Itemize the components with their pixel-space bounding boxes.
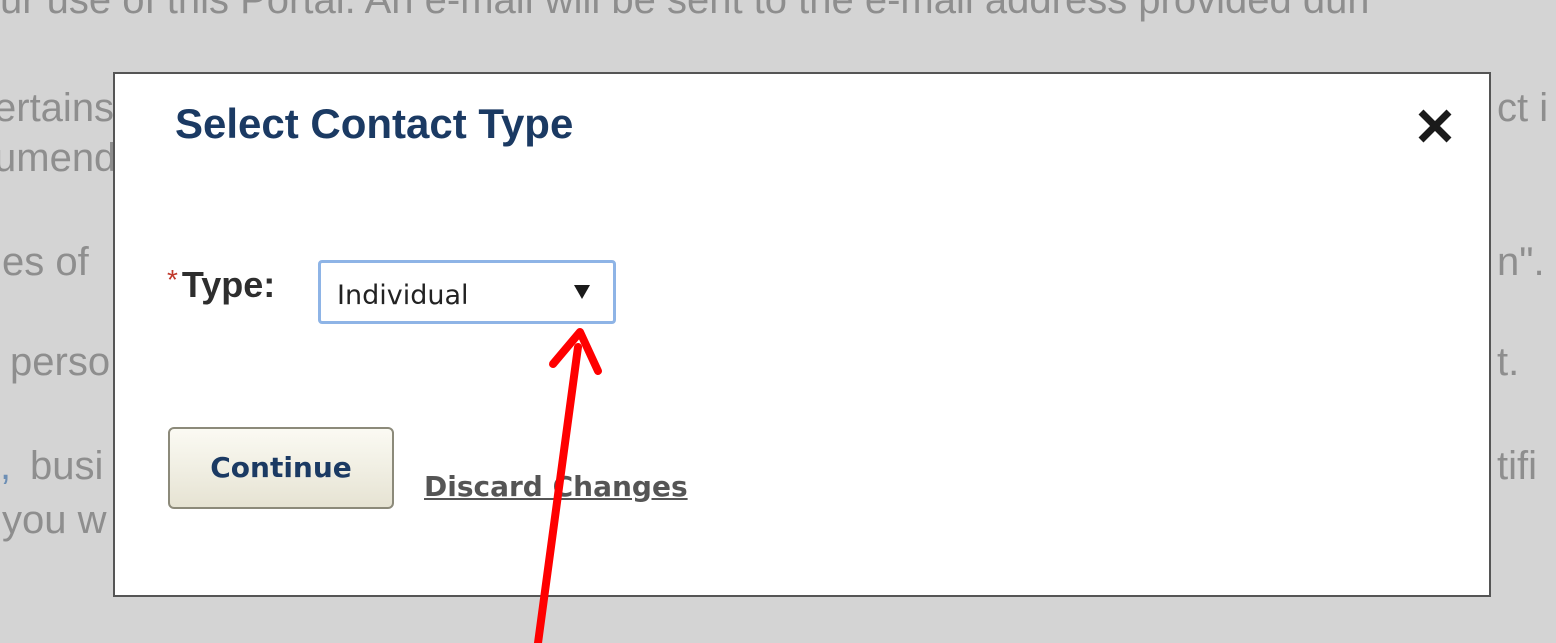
background-text: you w	[2, 498, 107, 542]
background-link-text: ,	[0, 444, 12, 488]
required-marker: *	[167, 264, 178, 295]
contact-type-selected-value: Individual	[337, 280, 469, 311]
background-text: ertains	[0, 86, 115, 130]
background-text: umend	[0, 136, 117, 180]
continue-button[interactable]: Continue	[168, 427, 394, 509]
chevron-down-icon	[574, 285, 590, 299]
discard-changes-link[interactable]: Discard Changes	[424, 470, 688, 503]
dialog-title: Select Contact Type	[175, 100, 574, 147]
background-text: tifi	[1497, 444, 1537, 488]
background-text: ur use of this Portal. An e-mail will be…	[0, 0, 1370, 22]
close-icon	[1418, 109, 1452, 143]
background-text: n".	[1497, 240, 1545, 284]
background-text: es of	[2, 240, 89, 284]
contact-type-select[interactable]: Individual	[318, 260, 616, 324]
background-text: ct i	[1497, 86, 1549, 130]
select-contact-type-dialog: Select Contact Type * Type: Individual Co…	[113, 72, 1491, 597]
type-label-text: Type:	[181, 264, 276, 305]
close-button[interactable]	[1413, 104, 1457, 148]
type-field-label: * Type:	[167, 264, 275, 306]
background-text: t.	[1497, 340, 1520, 384]
background-text: perso	[10, 340, 111, 384]
background-text: busi	[30, 444, 104, 488]
